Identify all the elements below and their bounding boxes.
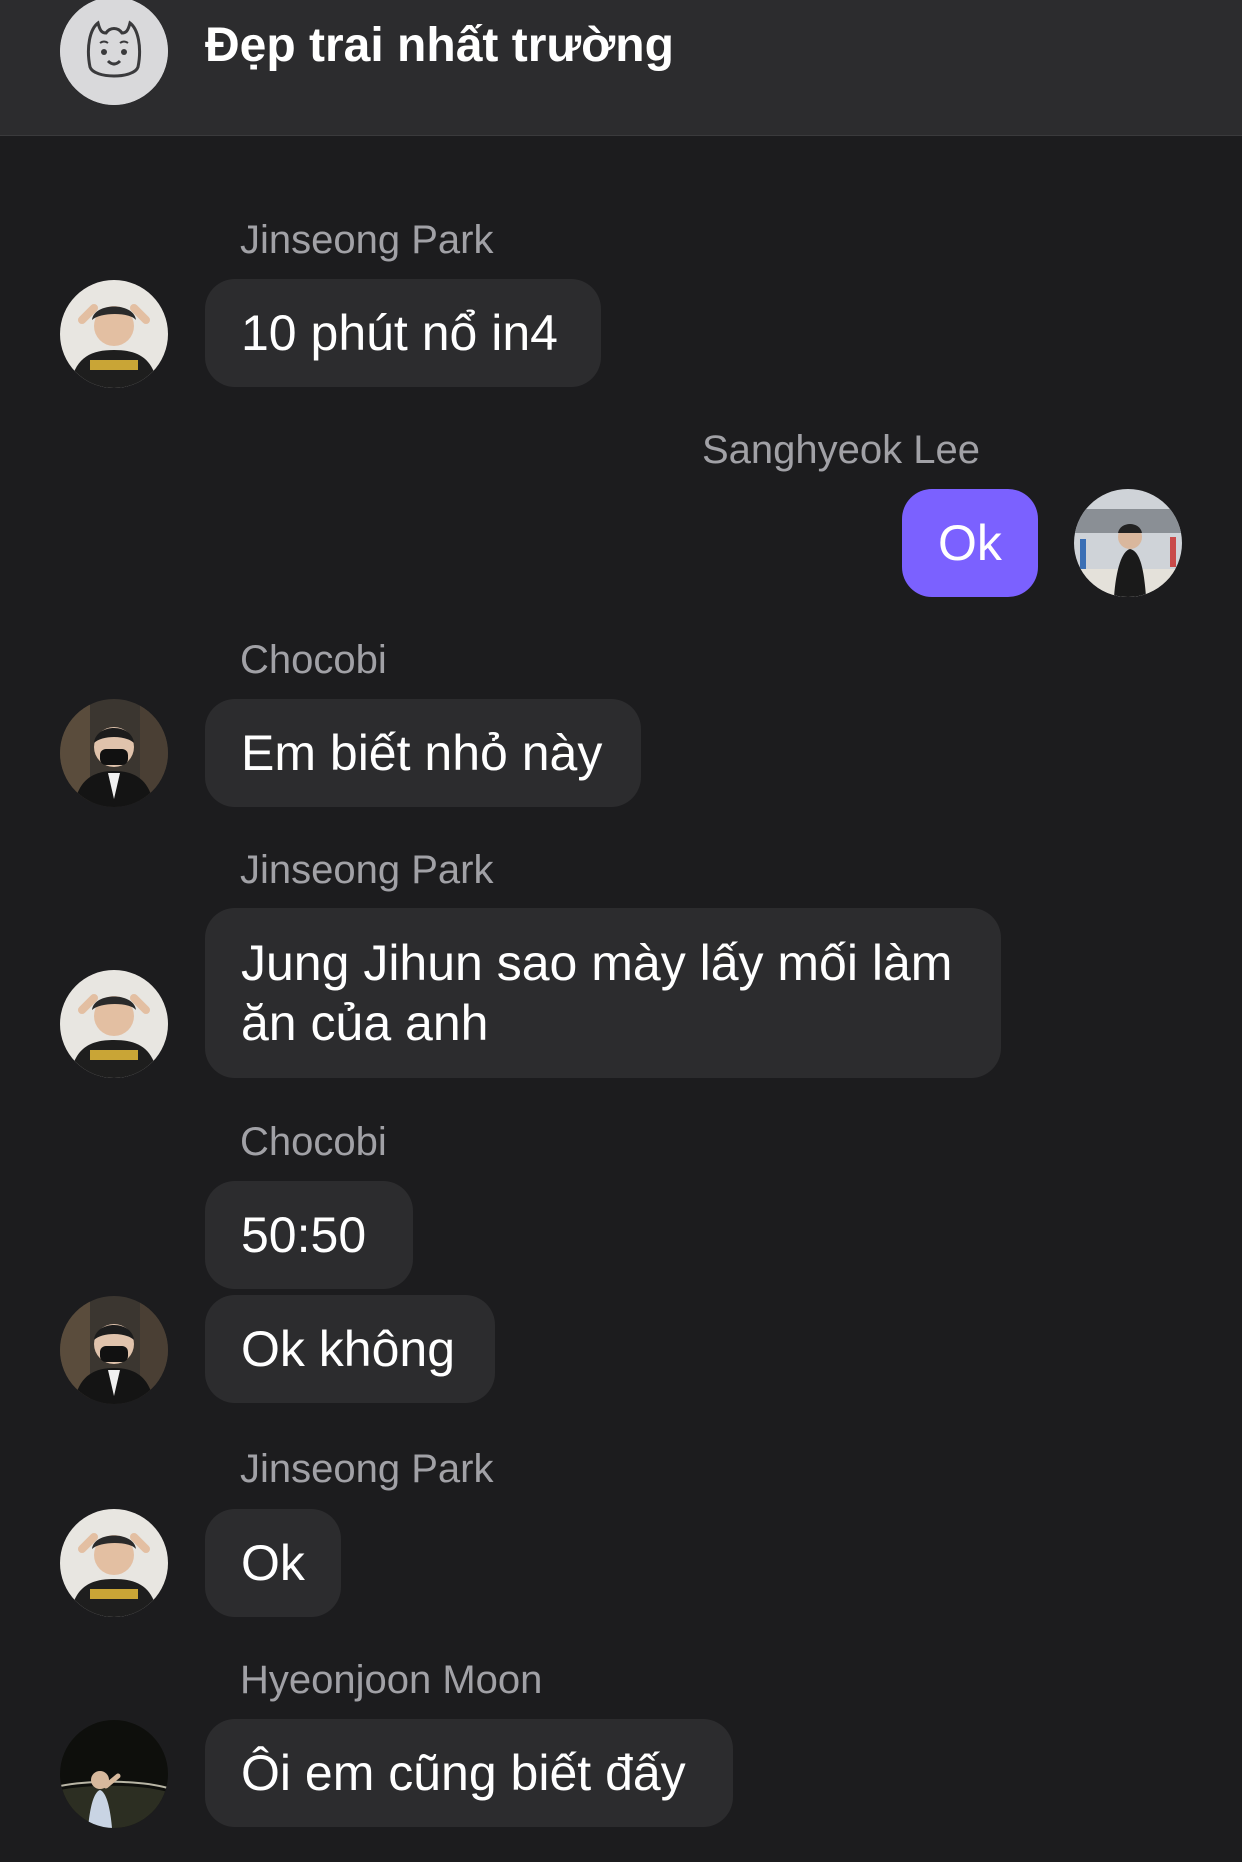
avatar-jinseong-park[interactable]	[60, 970, 168, 1078]
chat-header: Đẹp trai nhất trường	[0, 0, 1242, 136]
message-bubble[interactable]: 50:50	[205, 1181, 413, 1289]
alpaca-icon	[60, 0, 168, 105]
user-photo-icon	[60, 970, 168, 1078]
message-bubble[interactable]: Ôi em cũng biết đấy	[205, 1719, 733, 1827]
avatar-hyeonjoon-moon[interactable]	[60, 1720, 168, 1828]
sender-name: Chocobi	[240, 638, 387, 682]
avatar-chocobi[interactable]	[60, 699, 168, 807]
avatar-chocobi[interactable]	[60, 1296, 168, 1404]
message-bubble[interactable]: Em biết nhỏ này	[205, 699, 641, 807]
user-photo-icon	[60, 699, 168, 807]
user-photo-icon	[60, 280, 168, 388]
message-bubble[interactable]: 10 phút nổ in4	[205, 279, 601, 387]
message-bubble[interactable]: Ok	[205, 1509, 341, 1617]
user-photo-icon	[1074, 489, 1182, 597]
message-bubble[interactable]: Ok không	[205, 1295, 495, 1403]
group-avatar[interactable]	[60, 0, 168, 105]
sender-name: Sanghyeok Lee	[702, 428, 981, 472]
user-photo-icon	[60, 1509, 168, 1617]
sender-name: Jinseong Park	[240, 848, 494, 892]
avatar-jinseong-park[interactable]	[60, 1509, 168, 1617]
sender-name: Chocobi	[240, 1120, 387, 1164]
message-bubble-mine[interactable]: Ok	[902, 489, 1038, 597]
avatar-sanghyeok-lee[interactable]	[1074, 489, 1182, 597]
message-bubble[interactable]: Jung Jihun sao mày lấy mối làm ăn của an…	[205, 908, 1001, 1078]
sender-name: Hyeonjoon Moon	[240, 1658, 543, 1702]
group-title: Đẹp trai nhất trường	[205, 19, 674, 72]
sender-name: Jinseong Park	[240, 1447, 494, 1491]
user-photo-icon	[60, 1296, 168, 1404]
avatar-jinseong-park[interactable]	[60, 280, 168, 388]
user-photo-icon	[60, 1720, 168, 1828]
sender-name: Jinseong Park	[240, 218, 494, 262]
